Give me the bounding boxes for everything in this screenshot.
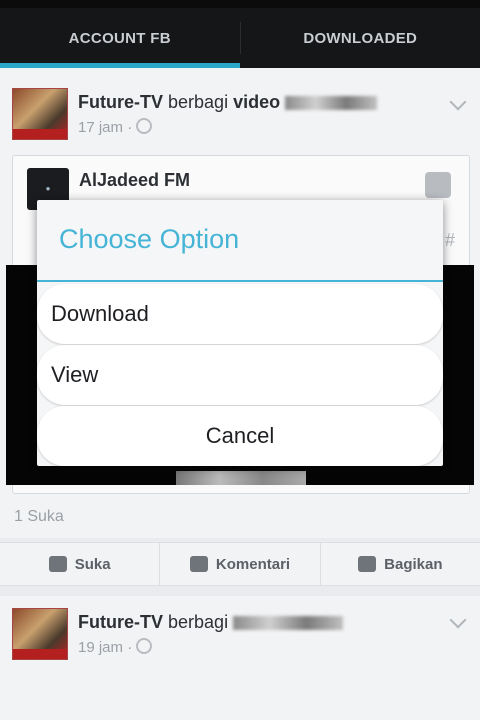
tab-label: ACCOUNT FB — [68, 29, 171, 47]
globe-icon — [136, 638, 153, 654]
video-frame-strip — [176, 471, 306, 485]
tab-bar: ACCOUNT FB DOWNLOADED — [0, 8, 480, 68]
like-button[interactable]: Suka — [0, 543, 159, 585]
cancel-button[interactable]: Cancel — [37, 406, 443, 466]
comment-icon — [189, 556, 208, 572]
share-object: video — [233, 92, 281, 112]
share-verb: berbagi — [168, 612, 229, 632]
hash-icon: # — [444, 230, 455, 250]
tab-account-fb[interactable]: ACCOUNT FB — [0, 8, 240, 68]
share-label: Bagikan — [384, 555, 443, 573]
tab-downloaded[interactable]: DOWNLOADED — [241, 8, 480, 68]
blurred-text — [233, 616, 344, 631]
post-time: 17 jam · — [78, 118, 153, 136]
tab-label: DOWNLOADED — [303, 29, 418, 47]
author-name[interactable]: Future-TV — [78, 612, 163, 632]
share-icon — [358, 556, 377, 572]
blurred-text — [285, 96, 378, 111]
like-label: Suka — [74, 555, 111, 573]
dialog-title: Choose Option — [59, 224, 240, 254]
download-option[interactable]: Download — [37, 284, 443, 344]
shared-page-name[interactable]: AlJadeed FM — [79, 170, 190, 191]
chevron-down-icon[interactable] — [449, 93, 467, 111]
comment-label: Komentari — [215, 555, 291, 573]
dialog-divider — [37, 280, 443, 282]
chevron-down-icon[interactable] — [449, 611, 467, 629]
post-time: 19 jam · — [78, 638, 153, 656]
view-option[interactable]: View — [37, 345, 443, 405]
post-card: Future-TV berbagi 19 jam · — [0, 596, 480, 720]
thumbs-up-icon[interactable] — [425, 172, 451, 198]
like-count[interactable]: 1 Suka — [14, 508, 64, 526]
globe-icon — [136, 118, 153, 134]
post-header: Future-TV berbagi — [78, 612, 344, 633]
author-avatar[interactable] — [12, 608, 68, 660]
author-name[interactable]: Future-TV — [78, 92, 163, 112]
comment-button[interactable]: Komentari — [159, 543, 319, 585]
thumbs-up-icon — [48, 556, 67, 572]
status-bar — [0, 0, 480, 8]
author-avatar[interactable] — [12, 88, 68, 140]
post-header: Future-TV berbagi video — [78, 92, 378, 113]
share-verb: berbagi — [168, 92, 229, 112]
choose-option-dialog: Choose Option Download View Cancel — [37, 200, 443, 466]
post-actions: Suka Komentari Bagikan — [0, 542, 480, 586]
share-button[interactable]: Bagikan — [319, 543, 480, 585]
